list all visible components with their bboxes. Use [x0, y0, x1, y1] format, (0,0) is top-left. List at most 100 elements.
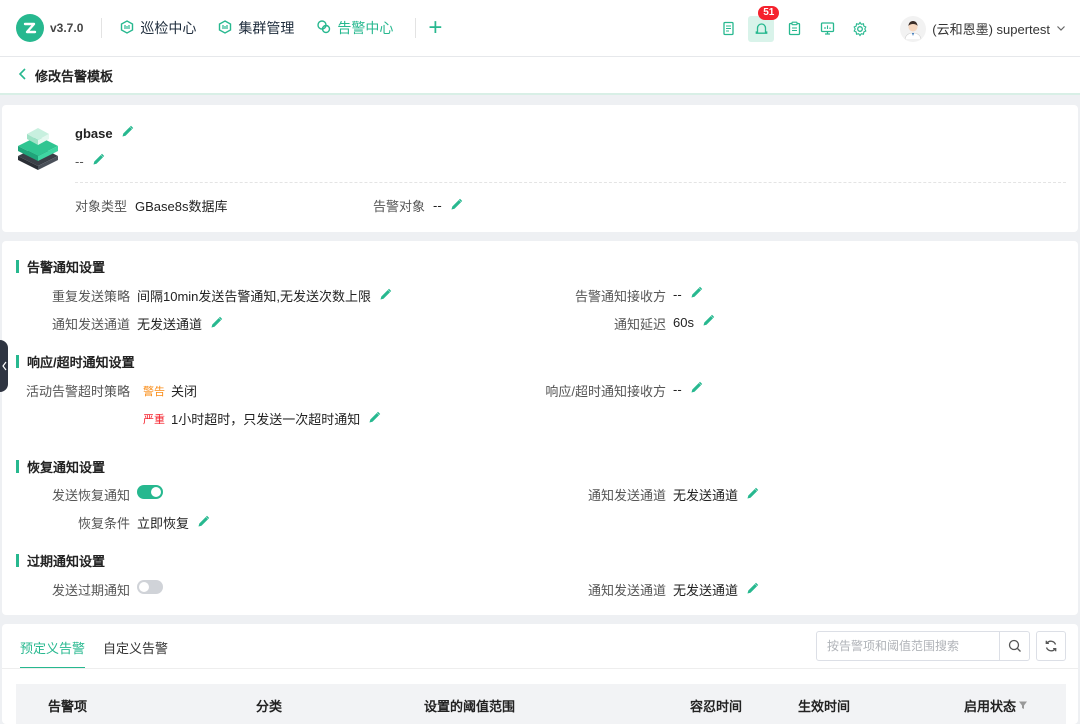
avatar[interactable] — [900, 15, 927, 42]
expire-channel-row: 无发送通道 — [673, 580, 759, 599]
filter-icon[interactable] — [1018, 698, 1028, 713]
edit-icon[interactable] — [197, 515, 210, 531]
warning-tag: 警告 — [143, 385, 165, 398]
timeout-crit-row: 严重 1小时超时，只发送一次超时通知 — [143, 409, 381, 428]
section-title-text: 响应/超时通知设置 — [27, 355, 135, 370]
nav-alarm-center[interactable]: 告警中心 — [316, 18, 393, 38]
notify-channel-label: 通知发送通道 — [51, 317, 130, 332]
column-header-effective-time[interactable]: 生效时间 — [798, 696, 850, 715]
search-input[interactable] — [817, 632, 999, 660]
column-header-alarm-item[interactable]: 告警项 — [48, 696, 87, 715]
object-name-row: gbase — [75, 125, 134, 141]
edit-icon[interactable] — [702, 314, 715, 330]
section-title-text: 恢复通知设置 — [27, 460, 106, 475]
back-chevron-icon — [18, 67, 35, 83]
edit-icon[interactable] — [690, 286, 703, 302]
notify-channel-row: 无发送通道 — [137, 314, 223, 333]
divider — [415, 18, 417, 38]
settings-icon[interactable] — [847, 16, 873, 42]
cluster-icon — [218, 19, 238, 37]
expire-channel-label: 通知发送通道 — [587, 583, 666, 598]
sidebar-collapse-handle[interactable] — [0, 340, 8, 392]
send-expire-toggle[interactable] — [137, 580, 163, 594]
database-icon — [16, 124, 60, 173]
critical-policy-value: 1小时超时，只发送一次超时通知 — [171, 412, 361, 427]
top-right-actions: 51 (云和恩墨) supertest — [715, 0, 1080, 57]
nav-label: 巡检中心 — [140, 20, 197, 36]
notify-delay-row: 60s — [673, 314, 715, 330]
notification-badge: 51 — [758, 5, 780, 20]
inspection-icon — [120, 19, 140, 37]
object-desc-row: -- — [75, 153, 105, 169]
timeout-receiver-value: -- — [673, 381, 682, 397]
notify-receiver-value: -- — [673, 286, 682, 302]
search-box — [816, 631, 1030, 661]
monitor-icon[interactable] — [814, 16, 840, 42]
alarm-target-row: 告警对象 -- — [373, 196, 463, 215]
notify-receiver-label: 告警通知接收方 — [574, 289, 666, 304]
send-expire-label: 发送过期通知 — [51, 583, 130, 598]
recovery-channel-row: 无发送通道 — [673, 485, 759, 504]
edit-icon[interactable] — [746, 487, 759, 503]
repeat-policy-value: 间隔10min发送告警通知,无发送次数上限 — [137, 289, 372, 304]
expire-channel-value: 无发送通道 — [673, 583, 739, 598]
section-title-recovery: 恢复通知设置 — [16, 457, 105, 476]
back-button[interactable]: 修改告警模板 — [18, 66, 113, 85]
send-recovery-toggle[interactable] — [137, 485, 163, 499]
search-icon[interactable] — [999, 632, 1029, 660]
edit-icon[interactable] — [121, 125, 134, 141]
edit-icon[interactable] — [746, 582, 759, 598]
alarm-target-label: 告警对象 — [373, 199, 426, 214]
page-header: 修改告警模板 — [0, 57, 1080, 95]
repeat-policy-row: 间隔10min发送告警通知,无发送次数上限 — [137, 286, 392, 305]
notify-delay-label: 通知延迟 — [613, 317, 666, 332]
logo-icon — [16, 14, 44, 42]
plus-icon[interactable]: + — [428, 16, 442, 40]
edit-icon[interactable] — [690, 381, 703, 397]
nav-cluster-management[interactable]: 集群管理 — [218, 18, 294, 38]
timeout-warn-row: 警告 关闭 — [143, 381, 197, 400]
edit-icon[interactable] — [379, 288, 392, 304]
bell-icon[interactable]: 51 — [748, 5, 780, 42]
timeout-receiver-label: 响应/超时通知接收方 — [545, 384, 666, 399]
notify-delay-value: 60s — [673, 314, 694, 330]
timeout-receiver-row: -- — [673, 381, 703, 397]
section-title-alarm-notify: 告警通知设置 — [16, 257, 105, 276]
send-recovery-row — [137, 485, 163, 499]
column-header-tolerance[interactable]: 容忍时间 — [690, 696, 742, 715]
section-title-expire: 过期通知设置 — [16, 551, 105, 570]
divider — [2, 668, 1078, 669]
nav-inspection-center[interactable]: 巡检中心 — [120, 18, 196, 38]
chevron-down-icon[interactable] — [1056, 21, 1066, 36]
logo[interactable]: v3.7.0 — [16, 14, 83, 42]
object-type-row: 对象类型 GBase8s数据库 — [75, 196, 228, 215]
section-title-text: 过期通知设置 — [27, 554, 106, 569]
divider — [75, 182, 1066, 183]
recovery-condition-value: 立即恢复 — [137, 516, 190, 531]
column-header-threshold[interactable]: 设置的阈值范围 — [424, 696, 515, 715]
column-header-category[interactable]: 分类 — [256, 696, 282, 715]
notify-channel-value: 无发送通道 — [137, 317, 203, 332]
timeout-policy-label: 活动告警超时策略 — [25, 384, 130, 399]
repeat-policy-label: 重复发送策略 — [51, 289, 130, 304]
page-title: 修改告警模板 — [35, 68, 114, 84]
refresh-icon[interactable] — [1036, 631, 1066, 661]
version-label: v3.7.0 — [50, 21, 84, 35]
top-navbar: v3.7.0 巡检中心 集群管理 告警中心 + 51 (云和恩墨) supert… — [0, 0, 1080, 57]
object-type-value: GBase8s数据库 — [135, 199, 228, 214]
edit-icon[interactable] — [210, 316, 223, 332]
document-icon[interactable] — [715, 16, 741, 42]
tab-predefined-alarms[interactable]: 预定义告警 — [20, 638, 86, 669]
notification-settings-card: 告警通知设置 重复发送策略 间隔10min发送告警通知,无发送次数上限 告警通知… — [2, 241, 1078, 615]
tab-custom-alarms[interactable]: 自定义告警 — [103, 638, 168, 669]
edit-icon[interactable] — [450, 198, 463, 214]
edit-icon[interactable] — [368, 411, 381, 427]
clipboard-icon[interactable] — [781, 16, 807, 42]
section-title-text: 告警通知设置 — [27, 260, 106, 275]
recovery-condition-label: 恢复条件 — [77, 516, 130, 531]
user-name[interactable]: (云和恩墨) supertest — [932, 19, 1050, 38]
object-type-label: 对象类型 — [75, 199, 128, 214]
edit-icon[interactable] — [92, 153, 105, 169]
send-recovery-label: 发送恢复通知 — [51, 488, 130, 503]
column-header-status[interactable]: 启用状态 — [964, 696, 1028, 715]
